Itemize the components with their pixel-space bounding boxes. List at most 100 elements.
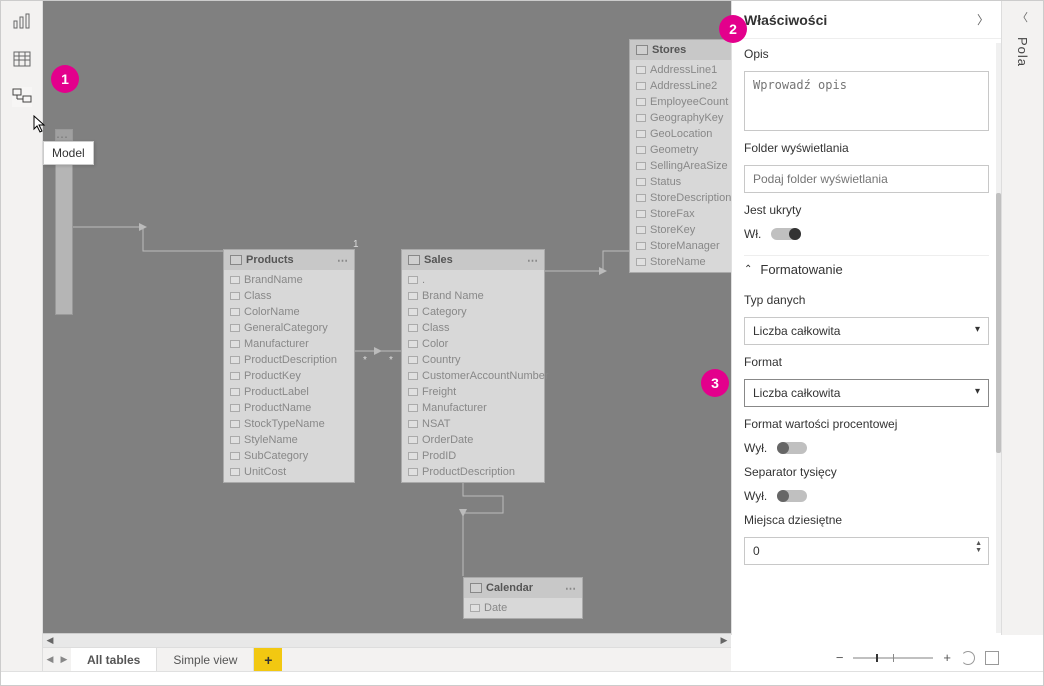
more-icon[interactable]: ⋯ xyxy=(337,254,348,267)
pct-toggle[interactable] xyxy=(777,442,807,454)
field-row[interactable]: GeographyKey xyxy=(630,110,731,126)
field-row[interactable]: StoreManager xyxy=(630,238,731,254)
field-row[interactable]: Geometry xyxy=(630,142,731,158)
field-name: StyleName xyxy=(244,434,298,446)
table-sales[interactable]: Sales⋯ .Brand NameCategoryClassColorCoun… xyxy=(401,249,545,483)
field-row[interactable]: ProductLabel xyxy=(224,384,354,400)
model-view-icon[interactable] xyxy=(12,87,32,107)
decimal-label: Miejsca dziesiętne xyxy=(744,513,989,527)
field-row[interactable]: StockTypeName xyxy=(224,416,354,432)
field-row[interactable]: StoreKey xyxy=(630,222,731,238)
more-icon[interactable]: ⋯ xyxy=(527,254,538,267)
field-row[interactable]: AddressLine2 xyxy=(630,78,731,94)
field-row[interactable]: Country xyxy=(402,352,544,368)
opis-input[interactable] xyxy=(744,71,989,131)
format-select[interactable]: Liczba całkowita xyxy=(744,379,989,407)
field-row[interactable]: ProductKey xyxy=(224,368,354,384)
field-row[interactable]: Color xyxy=(402,336,544,352)
field-row[interactable]: Date xyxy=(464,600,582,616)
field-row[interactable]: Category xyxy=(402,304,544,320)
fields-pane-collapsed[interactable]: 〈 Pola xyxy=(1001,1,1043,635)
add-tab-button[interactable]: + xyxy=(254,648,282,671)
field-row[interactable]: UnitCost xyxy=(224,464,354,480)
hidden-toggle[interactable] xyxy=(771,228,801,240)
relationship-lines: 1 * * 1 * xyxy=(43,1,731,635)
field-row[interactable]: AddressLine1 xyxy=(630,62,731,78)
field-row[interactable]: SellingAreaSize xyxy=(630,158,731,174)
thousand-toggle[interactable] xyxy=(777,490,807,502)
field-row[interactable]: Manufacturer xyxy=(402,400,544,416)
field-icon xyxy=(636,194,646,202)
field-row[interactable]: ProductName xyxy=(224,400,354,416)
table-products[interactable]: Products⋯ BrandNameClassColorNameGeneral… xyxy=(223,249,355,483)
zoom-out-button[interactable]: − xyxy=(836,650,844,665)
field-name: StoreFax xyxy=(650,208,695,220)
field-row[interactable]: StoreName xyxy=(630,254,731,270)
field-row[interactable]: StyleName xyxy=(224,432,354,448)
tab-nav-right-icon[interactable]: ▶ xyxy=(57,648,71,671)
decimal-spinner[interactable]: 0 ▲▼ xyxy=(744,537,989,565)
table-stores[interactable]: Stores⋯ AddressLine1AddressLine2Employee… xyxy=(629,39,731,273)
field-row[interactable]: ProdID xyxy=(402,448,544,464)
zoom-in-button[interactable]: + xyxy=(943,650,951,665)
field-row[interactable]: EmployeeCount xyxy=(630,94,731,110)
more-icon[interactable]: ⋯ xyxy=(565,582,576,595)
field-row[interactable]: StoreDescription xyxy=(630,190,731,206)
scroll-right-icon[interactable]: ▶ xyxy=(717,635,731,646)
expand-fields-icon[interactable]: 〈 xyxy=(1017,9,1028,25)
callout-2: 2 xyxy=(719,15,747,43)
field-row[interactable]: Class xyxy=(402,320,544,336)
collapse-icon[interactable]: 〉 xyxy=(977,11,989,28)
field-row[interactable]: NSAT xyxy=(402,416,544,432)
fit-to-screen-icon[interactable] xyxy=(985,651,999,665)
field-icon xyxy=(230,452,240,460)
field-icon xyxy=(408,324,418,332)
field-row[interactable]: StoreFax xyxy=(630,206,731,222)
field-row[interactable]: Freight xyxy=(402,384,544,400)
folder-input[interactable] xyxy=(744,165,989,193)
field-icon xyxy=(230,324,240,332)
tab-all-tables[interactable]: All tables xyxy=(71,648,157,671)
field-row[interactable]: GeneralCategory xyxy=(224,320,354,336)
field-row[interactable]: . xyxy=(402,272,544,288)
field-name: NSAT xyxy=(422,418,451,430)
field-row[interactable]: CustomerAccountNumber xyxy=(402,368,544,384)
collapsed-card[interactable] xyxy=(55,143,73,315)
datatype-select[interactable]: Liczba całkowita xyxy=(744,317,989,345)
field-icon xyxy=(408,276,418,284)
field-row[interactable]: OrderDate xyxy=(402,432,544,448)
table-calendar[interactable]: Calendar⋯ Date xyxy=(463,577,583,619)
zoom-slider[interactable] xyxy=(853,657,933,659)
field-row[interactable]: ProductDescription xyxy=(402,464,544,480)
scroll-left-icon[interactable]: ◀ xyxy=(43,635,57,646)
field-row[interactable]: SubCategory xyxy=(224,448,354,464)
zoom-reset-icon[interactable] xyxy=(961,651,975,665)
field-row[interactable]: Brand Name xyxy=(402,288,544,304)
field-icon xyxy=(408,452,418,460)
canvas-scrollbar-h[interactable]: ◀ ▶ xyxy=(43,633,731,647)
field-row[interactable]: Manufacturer xyxy=(224,336,354,352)
field-row[interactable]: Status xyxy=(630,174,731,190)
field-row[interactable]: ProductDescription xyxy=(224,352,354,368)
field-row[interactable]: Class xyxy=(224,288,354,304)
field-name: OrderDate xyxy=(422,434,473,446)
thousand-label: Separator tysięcy xyxy=(744,465,989,479)
data-view-icon[interactable] xyxy=(12,49,32,69)
chevron-up-icon: ⌃ xyxy=(744,264,752,275)
field-name: Geometry xyxy=(650,144,698,156)
spinner-down-icon[interactable]: ▼ xyxy=(975,547,982,554)
panel-title: Właściwości xyxy=(744,12,827,28)
formatting-section[interactable]: ⌃ Formatowanie xyxy=(744,255,989,283)
report-view-icon[interactable] xyxy=(12,11,32,31)
field-row[interactable]: BrandName xyxy=(224,272,354,288)
field-name: AddressLine1 xyxy=(650,64,717,76)
field-row[interactable]: ColorName xyxy=(224,304,354,320)
tab-simple-view[interactable]: Simple view xyxy=(157,648,254,671)
tab-nav-left-icon[interactable]: ◀ xyxy=(43,648,57,671)
model-canvas[interactable]: ⋯ 1 * * 1 * Products⋯ BrandNameClassColo… xyxy=(43,1,731,635)
field-row[interactable]: GeoLocation xyxy=(630,126,731,142)
mini-card[interactable]: ⋯ xyxy=(55,129,73,141)
field-icon xyxy=(230,420,240,428)
pct-state: Wył. xyxy=(744,441,767,455)
spinner-up-icon[interactable]: ▲ xyxy=(975,540,982,547)
